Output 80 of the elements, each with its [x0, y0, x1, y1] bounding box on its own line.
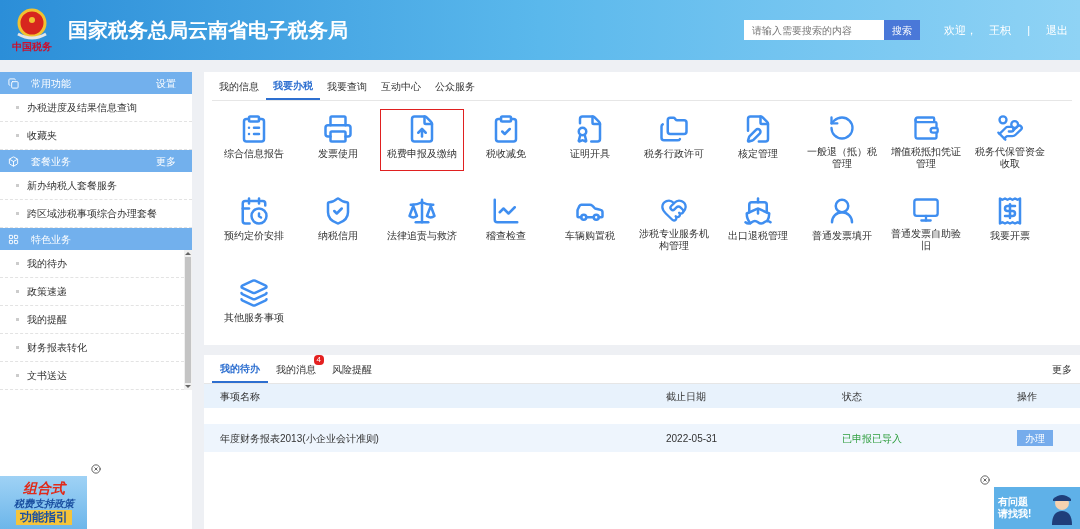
sidebar-link[interactable]: 财务报表转化	[27, 340, 87, 355]
service-icon	[491, 196, 521, 226]
column-header: 状态	[842, 389, 863, 404]
service-tile[interactable]: 纳税信用	[296, 191, 380, 253]
nav-tab[interactable]: 互动中心	[374, 72, 428, 100]
service-tile[interactable]: 车辆购置税	[548, 191, 632, 253]
service-icon	[827, 114, 857, 142]
nav-tab[interactable]: 我的信息	[212, 72, 266, 100]
service-icon	[323, 114, 353, 144]
service-icon	[407, 196, 437, 226]
section-title: 特色业务	[31, 232, 71, 247]
service-tile[interactable]: 增值税抵扣凭证管理	[884, 109, 968, 171]
service-icon	[743, 196, 773, 226]
nav-tab[interactable]: 我要查询	[320, 72, 374, 100]
column-header: 截止日期	[666, 389, 707, 404]
table-cell-text: 2022-05-31	[666, 431, 719, 446]
section-icon	[8, 233, 19, 245]
table-cell-text: 年度财务报表2013(小企业会计准则)	[220, 431, 380, 446]
service-tile[interactable]: 综合信息报告	[212, 109, 296, 171]
service-tile[interactable]: 法律追责与救济	[380, 191, 464, 253]
section-title: 套餐业务	[31, 154, 71, 169]
service-icon	[239, 278, 269, 308]
service-tile[interactable]: 涉税专业服务机构管理	[632, 191, 716, 253]
policy-banner[interactable]: 组合式 税费支持政策 功能指引	[0, 476, 87, 529]
service-tile[interactable]: 稽查检查	[464, 191, 548, 253]
status-text: 已申报已导入	[842, 431, 903, 446]
service-tile[interactable]: 税务行政许可	[632, 109, 716, 171]
sidebar-link[interactable]: 我的待办	[27, 256, 67, 271]
service-tile[interactable]: 其他服务事项	[212, 273, 296, 335]
service-tile[interactable]: 一般退（抵）税管理	[800, 109, 884, 171]
service-icon	[659, 196, 689, 224]
count-badge: 4	[313, 355, 324, 365]
service-tile[interactable]: 我要开票	[968, 191, 1052, 253]
nav-tab[interactable]: 公众服务	[428, 72, 482, 100]
help-text: 请找我!	[998, 508, 1032, 521]
separator-text: |	[1027, 22, 1030, 38]
column-header: 操作	[1017, 389, 1038, 404]
nav-tab[interactable]: 我要办税	[266, 72, 320, 100]
service-icon	[911, 114, 941, 142]
service-tile[interactable]: 税费申报及缴纳	[380, 109, 464, 171]
sidebar-link[interactable]: 新办纳税人套餐服务	[27, 178, 117, 193]
more-link[interactable]: 更多	[1052, 361, 1072, 377]
service-tile[interactable]: 普通发票填开	[800, 191, 884, 253]
service-tile[interactable]: 普通发票自助验旧	[884, 191, 968, 253]
help-text: 有问题	[998, 495, 1029, 508]
close-icon[interactable]	[980, 475, 990, 485]
sidebar-link[interactable]: 收藏夹	[27, 128, 57, 143]
service-tile[interactable]: 发票使用	[296, 109, 380, 171]
search-button[interactable]: 搜索	[884, 20, 921, 40]
section-icon	[8, 155, 19, 167]
welcome-text: 欢迎，	[944, 22, 978, 38]
service-tile[interactable]: 证明开具	[548, 109, 632, 171]
service-tile[interactable]: 预约定价安排	[212, 191, 296, 253]
column-header: 事项名称	[220, 389, 261, 404]
section-title: 常用功能	[31, 76, 71, 91]
service-icon	[239, 196, 269, 226]
site-title: 国家税务总局云南省电子税务局	[68, 18, 348, 43]
service-icon	[911, 196, 941, 224]
scrollbar[interactable]	[184, 250, 192, 390]
service-tile[interactable]: 出口退税管理	[716, 191, 800, 253]
search-field[interactable]: 请输入需要搜索的内容	[744, 20, 885, 40]
sidebar-link[interactable]: 跨区域涉税事项综合办理套餐	[27, 206, 157, 221]
service-icon	[659, 114, 689, 144]
service-tile[interactable]: 核定管理	[716, 109, 800, 171]
banner-caption: 功能指引	[15, 510, 72, 525]
emblem-caption: 中国税务	[12, 42, 52, 52]
banner-subtitle: 税费支持政策	[13, 497, 74, 510]
service-icon	[995, 114, 1025, 142]
sidebar-link[interactable]: 办税进度及结果信息查询	[27, 100, 137, 115]
sidebar-link[interactable]: 政策速递	[27, 284, 67, 299]
todo-tab[interactable]: 我的消息 4	[268, 355, 324, 383]
todo-tab[interactable]: 风险提醒	[324, 355, 380, 383]
section-icon	[8, 77, 19, 89]
sidebar-link[interactable]: 文书送达	[27, 368, 67, 383]
service-tile[interactable]: 税收减免	[464, 109, 548, 171]
user-name: 王枳	[989, 22, 1012, 38]
service-tile[interactable]: 税务代保管资金收取	[968, 109, 1052, 171]
banner-title: 组合式	[22, 480, 65, 498]
close-icon[interactable]	[91, 464, 101, 474]
sidebar-link[interactable]: 我的提醒	[27, 312, 67, 327]
